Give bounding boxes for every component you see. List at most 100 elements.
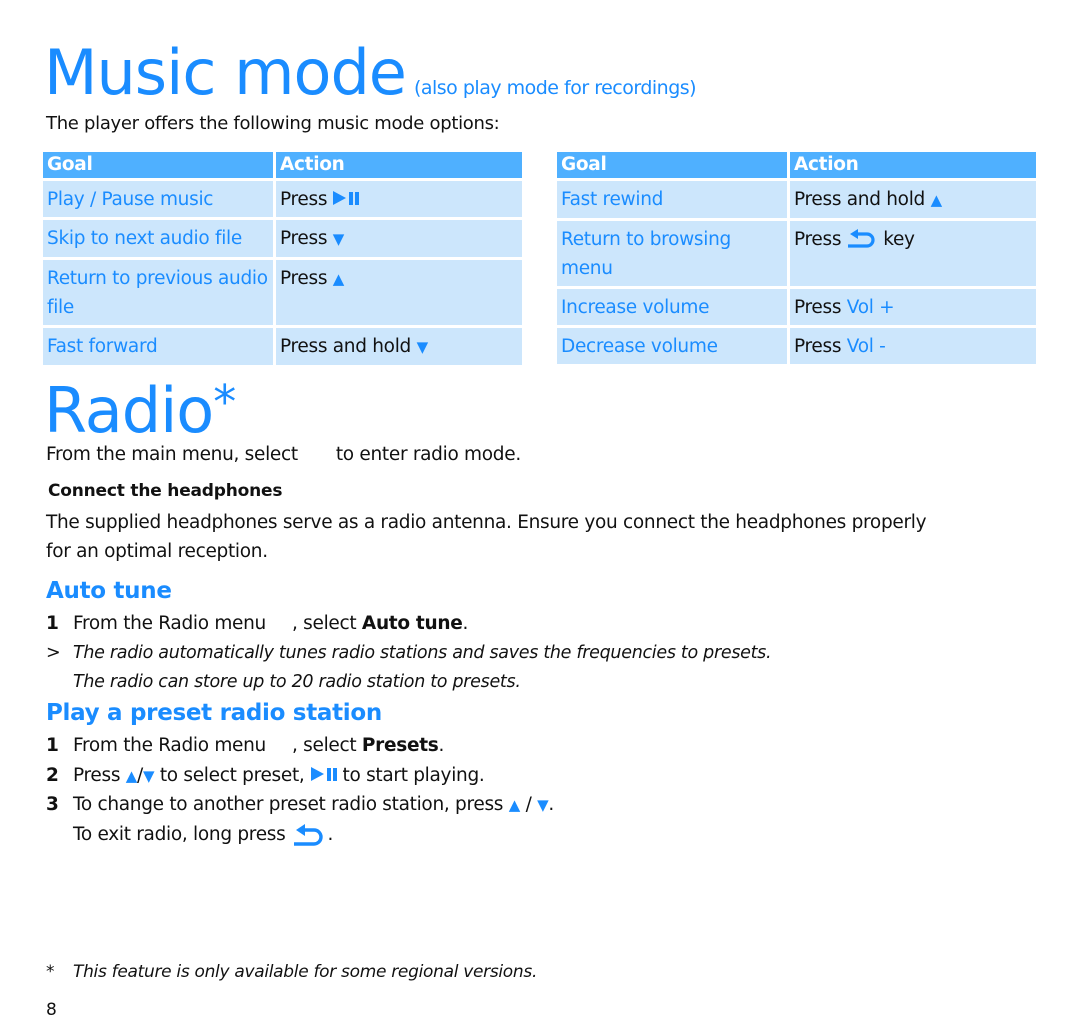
step-text: From the Radio menu (73, 735, 266, 756)
action-text: Press (794, 229, 842, 250)
goal-header: Goal (43, 152, 273, 178)
goal-cell: Play / Pause music (43, 181, 273, 217)
radio-intro-before: From the main menu, select (46, 444, 298, 465)
table-row: Skip to next audio file Press ▼ (43, 220, 522, 257)
play-pause-icon (333, 191, 360, 205)
step-text: From the Radio menu (73, 613, 266, 634)
auto-tune-option: Auto tune (361, 613, 463, 634)
vol-up-key: Vol + (846, 297, 895, 318)
music-table-left: Goal Action Play / Pause music Press Ski… (40, 149, 525, 368)
result-text: The radio automatically tunes radio stat… (73, 643, 772, 663)
step-number: 3 (46, 794, 59, 815)
back-arrow-icon (294, 824, 324, 846)
action-suffix: key (883, 229, 915, 250)
preset-step-3: 3 To change to another preset radio stati… (46, 790, 554, 820)
preset-step-2: 2 Press ▲/▼ to select preset, to start pla… (46, 761, 485, 791)
goal-cell: Fast forward (43, 328, 273, 365)
action-text: Press and hold (280, 336, 411, 357)
step-number: 1 (46, 735, 59, 756)
table-row: Return to previous audio file Press ▲ (43, 260, 522, 325)
action-cell: Press and hold ▲ (790, 181, 1036, 218)
step-text: . (548, 794, 554, 815)
footnote-marker: * (213, 375, 236, 429)
music-mode-intro: The player offers the following music mo… (46, 113, 500, 134)
footnote-text: This feature is only available for some … (73, 962, 538, 982)
table-row: Play / Pause music Press (43, 181, 522, 217)
action-cell: Press key (790, 221, 1036, 286)
auto-tune-result-2: The radio can store up to 20 radio stati… (73, 672, 521, 692)
step-text: , select (291, 613, 357, 634)
step-text: . (462, 613, 469, 634)
table-row: Fast forward Press and hold ▼ (43, 328, 522, 365)
step-number: 2 (46, 765, 59, 786)
radio-intro: From the main menu, select to enter radio… (46, 440, 521, 469)
table-header-row: Goal Action (557, 152, 1036, 178)
down-arrow-icon: ▼ (142, 767, 155, 785)
footnote: * This feature is only available for some… (46, 962, 537, 982)
up-arrow-icon: ▲ (332, 270, 345, 288)
up-arrow-icon: ▲ (125, 767, 138, 785)
down-arrow-icon: ▼ (537, 796, 549, 814)
step-text: Press (73, 765, 121, 786)
music-mode-title: Music mode (also play mode for recordings… (44, 36, 697, 125)
action-cell: Press Vol + (790, 289, 1036, 325)
down-arrow-icon: ▼ (416, 338, 429, 356)
music-mode-title-text: Music mode (44, 36, 407, 109)
goal-cell: Return to previous audio file (43, 260, 273, 325)
table-row: Decrease volume Press Vol - (557, 328, 1036, 364)
table-row: Return to browsing menu Press key (557, 221, 1036, 286)
action-text: Press and hold (794, 189, 925, 210)
action-cell: Press ▼ (276, 220, 522, 257)
action-cell: Press ▲ (276, 260, 522, 325)
auto-tune-heading: Auto tune (46, 578, 172, 604)
step-text: To exit radio, long press (73, 824, 286, 845)
result-marker: > (46, 643, 61, 663)
presets-option: Presets (361, 735, 439, 756)
radio-intro-after: to enter radio mode. (335, 444, 521, 465)
goal-cell: Increase volume (557, 289, 787, 325)
step-text: to select preset, (159, 765, 305, 786)
step-number: 1 (46, 613, 59, 634)
step-text: To change to another preset radio statio… (73, 794, 504, 815)
music-mode-subtitle: (also play mode for recordings) (413, 77, 697, 99)
back-arrow-icon (848, 229, 875, 248)
down-arrow-icon: ▼ (332, 230, 345, 248)
play-pause-icon (310, 767, 337, 781)
footnote-marker: * (46, 962, 55, 982)
goal-cell: Skip to next audio file (43, 220, 273, 257)
action-header: Action (790, 152, 1036, 178)
play-preset-heading: Play a preset radio station (46, 700, 382, 726)
action-text: Press (794, 336, 842, 357)
action-text: Press (280, 268, 328, 289)
up-arrow-icon: ▲ (508, 796, 521, 814)
action-header: Action (276, 152, 522, 178)
goal-cell: Fast rewind (557, 181, 787, 218)
goal-cell: Return to browsing menu (557, 221, 787, 286)
goal-cell: Decrease volume (557, 328, 787, 364)
preset-step-1: 1 From the Radio menu , select Presets. (46, 731, 444, 760)
action-cell: Press and hold ▼ (276, 328, 522, 365)
auto-tune-step-1: 1 From the Radio menu , select Auto tune. (46, 609, 468, 638)
step-text: . (438, 735, 445, 756)
table-row: Fast rewind Press and hold ▲ (557, 181, 1036, 218)
action-text: Press (280, 189, 328, 210)
table-row: Increase volume Press Vol + (557, 289, 1036, 325)
connect-headphones-text-1: The supplied headphones serve as a radio… (46, 512, 927, 533)
auto-tune-result-1: > The radio automatically tunes radio sta… (46, 639, 772, 668)
music-table-right: Goal Action Fast rewind Press and hold ▲… (554, 149, 1039, 367)
action-text: Press (794, 297, 842, 318)
step-text: , select (291, 735, 357, 756)
table-header-row: Goal Action (43, 152, 522, 178)
goal-header: Goal (557, 152, 787, 178)
up-arrow-icon: ▲ (930, 191, 943, 209)
action-cell: Press Vol - (790, 328, 1036, 364)
radio-title: Radio* (44, 362, 236, 451)
vol-down-key: Vol - (846, 336, 886, 357)
slash: / (525, 794, 532, 815)
radio-title-text: Radio (44, 374, 214, 447)
page-number: 8 (46, 1000, 57, 1020)
step-text: to start playing. (342, 765, 485, 786)
connect-headphones-heading: Connect the headphones (48, 481, 283, 501)
step-text: . (327, 824, 334, 845)
preset-step-3-line-2: To exit radio, long press. (73, 820, 333, 849)
